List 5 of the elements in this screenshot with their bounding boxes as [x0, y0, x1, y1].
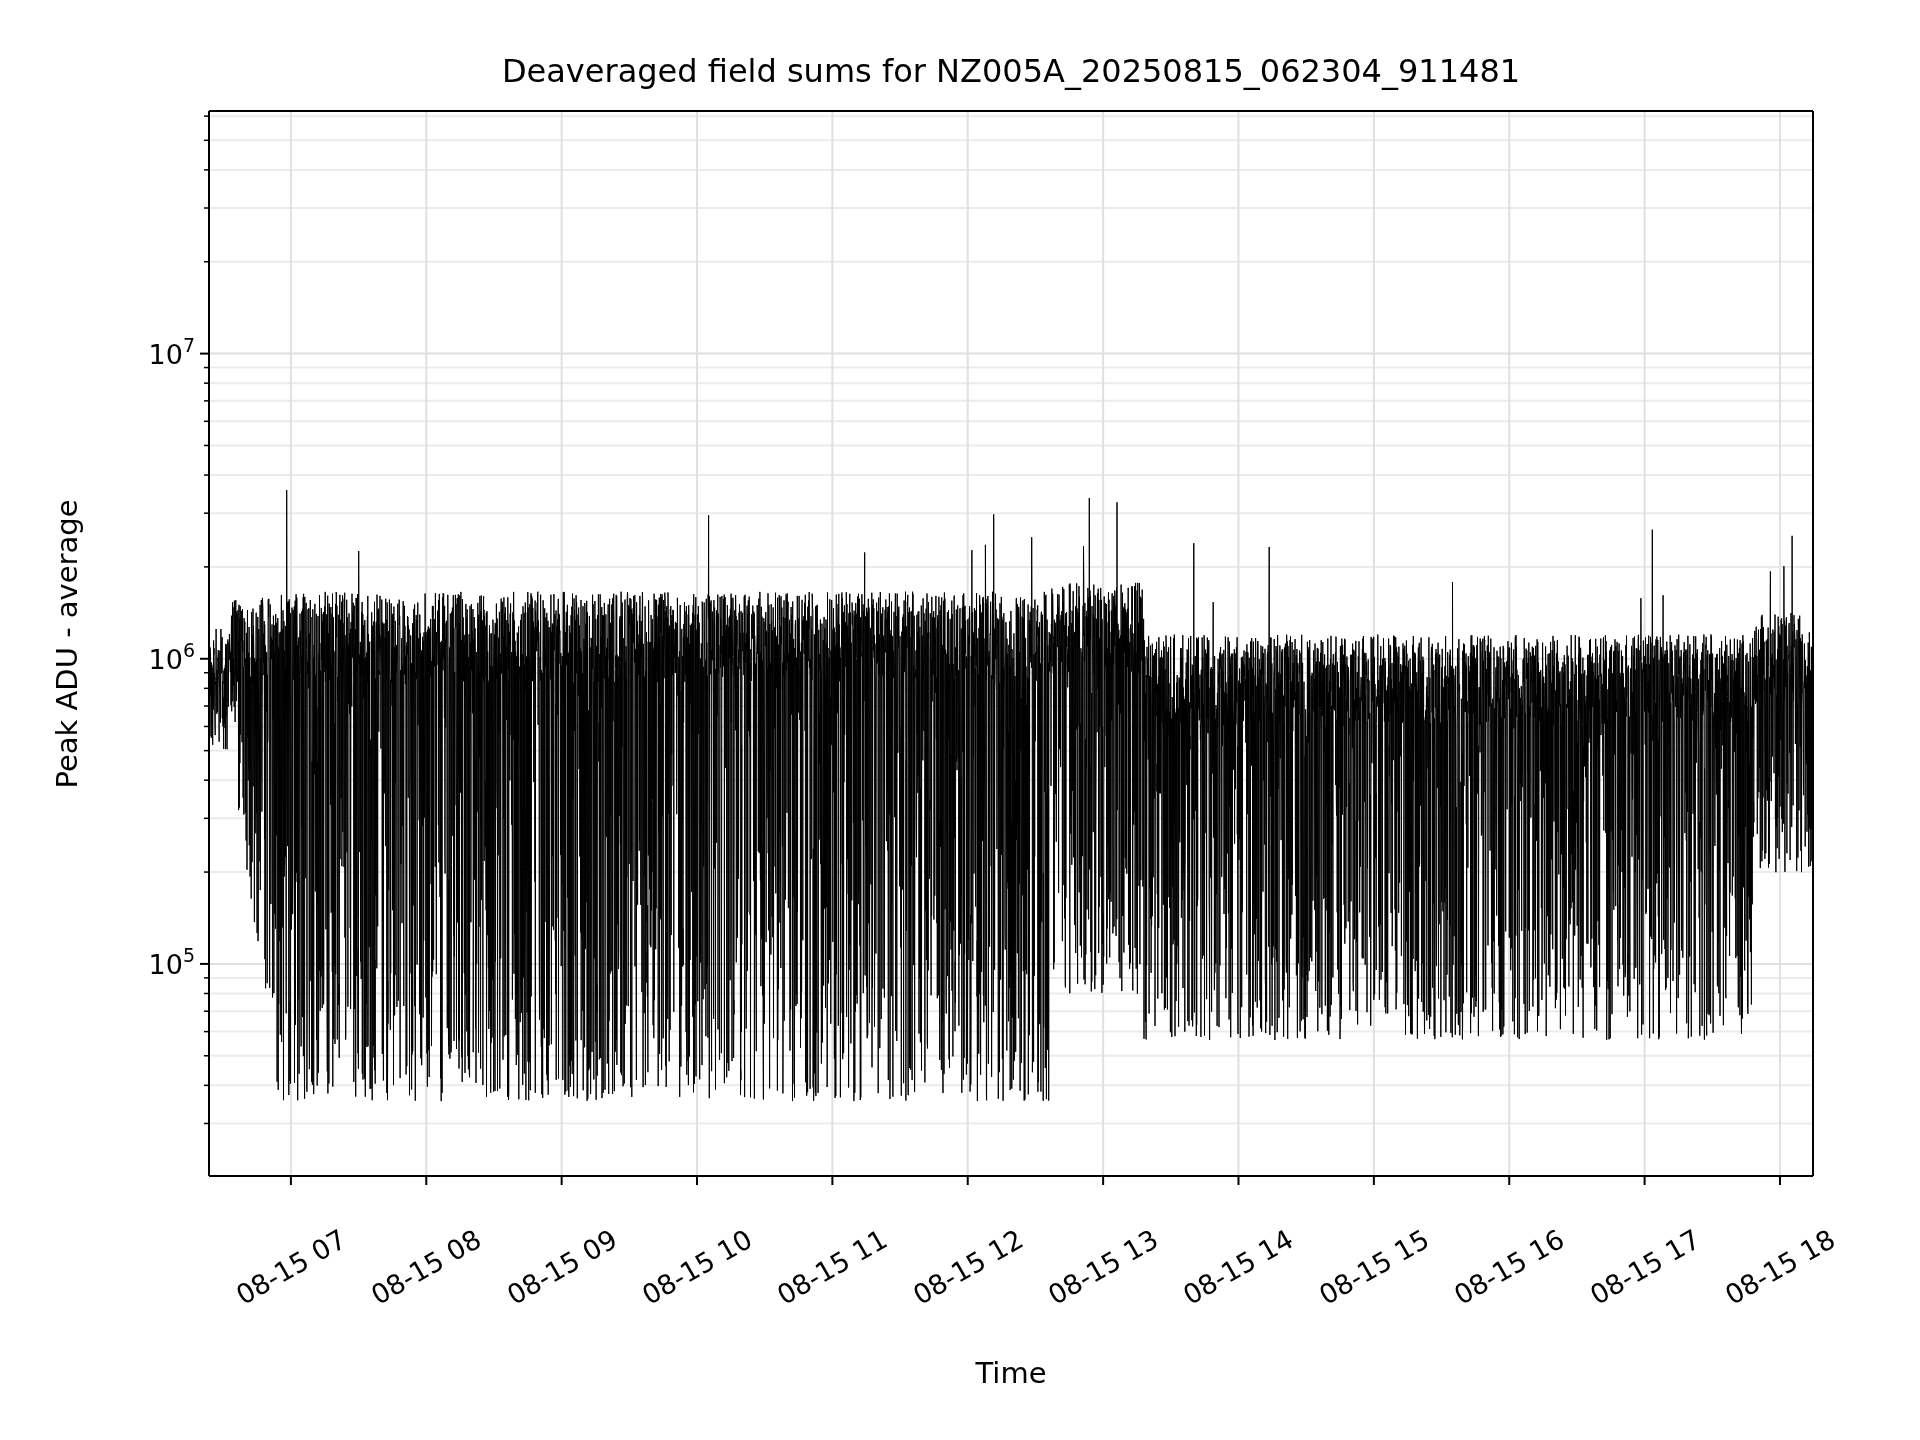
- x-axis-label: Time: [975, 1358, 1047, 1388]
- y-axis-label: Peak ADU - average: [52, 498, 82, 789]
- y-tick-label: 10$^{5}$: [148, 950, 195, 978]
- y-tick-label: 10$^{7}$: [148, 340, 195, 368]
- y-tick-label: 10$^{6}$: [148, 645, 195, 673]
